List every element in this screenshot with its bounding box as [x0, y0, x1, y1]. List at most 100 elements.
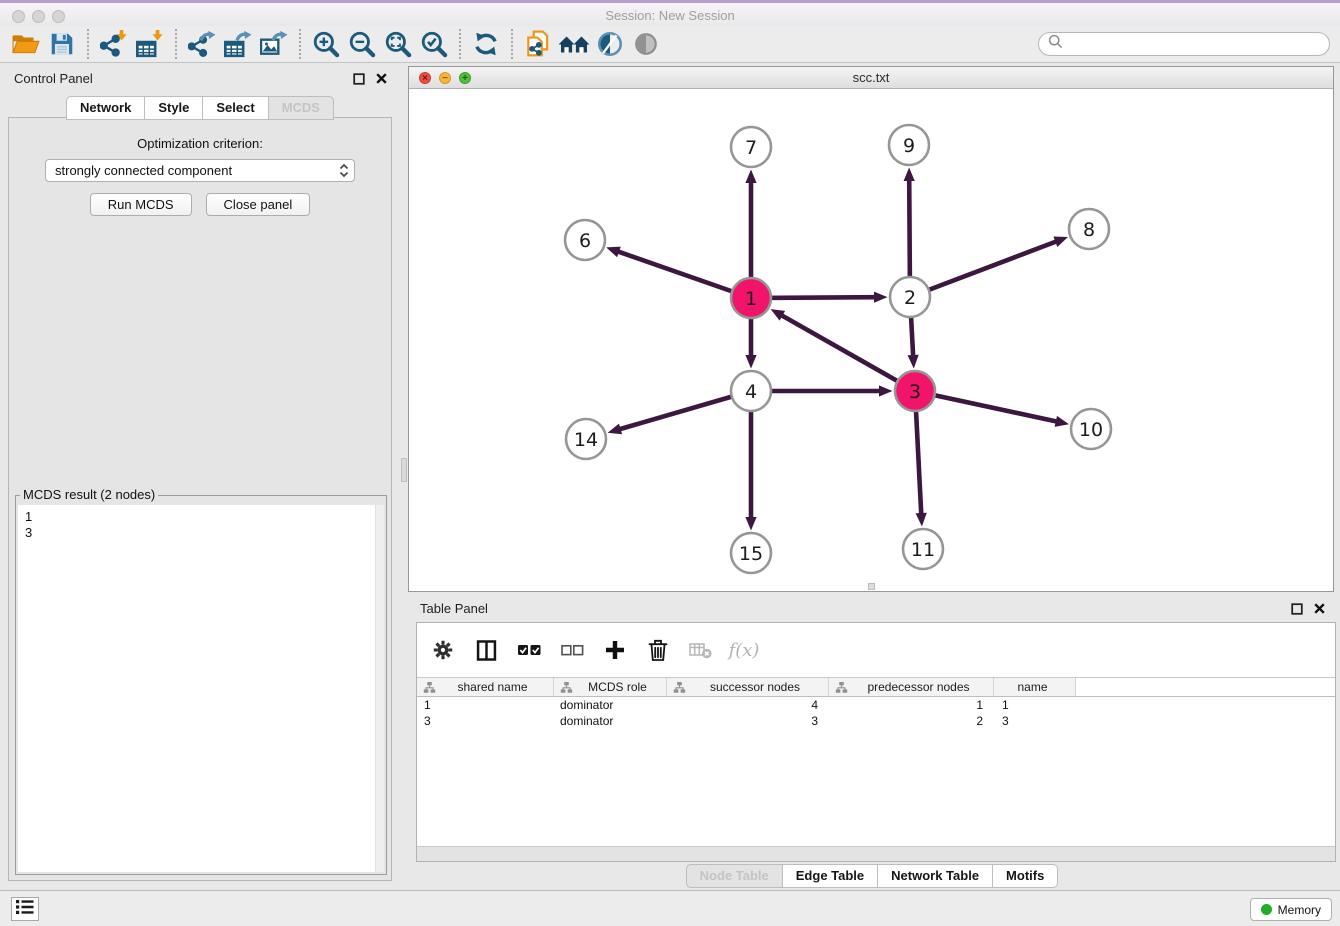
tab-motifs[interactable]: Motifs [993, 864, 1058, 888]
table-cell: dominator [554, 714, 667, 728]
zoom-in-icon[interactable] [308, 28, 344, 60]
select-all-icon[interactable] [516, 637, 542, 663]
memory-button[interactable]: Memory [1250, 898, 1332, 921]
delete-table-icon[interactable] [688, 637, 714, 663]
search-icon [1048, 34, 1063, 54]
toolbar-separator [175, 29, 177, 59]
zoom-selected-icon[interactable] [416, 28, 452, 60]
svg-text:11: 11 [911, 539, 935, 561]
network-graph[interactable]: 7 9 6 8 1 2 4 3 14 10 15 11 [409, 89, 1333, 591]
tab-network[interactable]: Network [66, 96, 145, 120]
save-session-icon[interactable] [44, 28, 80, 60]
network-window-titlebar[interactable]: × − + scc.txt [409, 67, 1333, 89]
column-header-name[interactable]: name [994, 678, 1076, 696]
table-cell: 3 [667, 714, 829, 728]
column-header-successor-nodes[interactable]: successor nodes [667, 678, 829, 696]
column-header-mcds-role[interactable]: MCDS role [554, 678, 667, 696]
search-box[interactable] [1038, 32, 1330, 56]
graph-edge-3-10[interactable] [915, 391, 1069, 427]
graph-node-3[interactable]: 3 [895, 371, 935, 411]
export-table-icon[interactable] [220, 28, 256, 60]
frame-resize-handle[interactable] [868, 583, 875, 590]
import-network-icon[interactable] [96, 28, 132, 60]
table-cell: dominator [554, 698, 667, 712]
zoom-out-icon[interactable] [344, 28, 380, 60]
graph-node-7[interactable]: 7 [731, 127, 771, 167]
network-canvas[interactable]: 7 9 6 8 1 2 4 3 14 10 15 11 [409, 89, 1333, 591]
tab-edge-table[interactable]: Edge Table [783, 864, 878, 888]
toolbar-separator [299, 29, 301, 59]
deselect-all-icon[interactable] [559, 637, 585, 663]
tab-select[interactable]: Select [203, 96, 268, 120]
gear-icon[interactable] [430, 637, 456, 663]
table-cell: 1 [829, 698, 994, 712]
fx-label: f(x) [729, 640, 760, 661]
close-panel-button[interactable]: Close panel [206, 193, 311, 216]
svg-text:10: 10 [1079, 419, 1103, 441]
tab-style[interactable]: Style [145, 96, 203, 120]
table-hscrollbar[interactable] [417, 846, 1335, 861]
export-network-icon[interactable] [184, 28, 220, 60]
mcds-result-area[interactable]: 1 3 [18, 505, 384, 872]
splitter-handle[interactable] [401, 458, 407, 482]
table-cell: 1 [994, 698, 1076, 712]
mcds-result-text: 1 3 [18, 505, 384, 541]
float-table-panel-icon[interactable] [1291, 602, 1303, 620]
open-session-icon[interactable] [8, 28, 44, 60]
graph-node-14[interactable]: 14 [566, 419, 606, 459]
function-builder-icon[interactable]: f(x) [731, 637, 757, 663]
export-image-icon[interactable] [256, 28, 292, 60]
vertical-splitter[interactable] [401, 66, 407, 884]
optimization-criterion-label: Optimization criterion: [9, 136, 391, 151]
show-graphics-details-icon[interactable] [628, 28, 664, 60]
tab-network-table[interactable]: Network Table [878, 864, 993, 888]
float-panel-icon[interactable] [353, 72, 365, 90]
graph-node-11[interactable]: 11 [903, 529, 943, 569]
table-panel-header: Table Panel [404, 596, 1340, 620]
graph-edge-4-14[interactable] [608, 391, 751, 434]
tab-node-table[interactable]: Node Table [686, 864, 783, 888]
toolbar-separator [459, 29, 461, 59]
graph-edge-2-8[interactable] [910, 237, 1068, 298]
graph-node-10[interactable]: 10 [1071, 409, 1111, 449]
result-scrollbar[interactable] [375, 505, 384, 872]
graph-node-15[interactable]: 15 [731, 533, 771, 573]
column-header-label: name [994, 680, 1075, 694]
delete-column-icon[interactable] [645, 637, 671, 663]
import-table-icon[interactable] [132, 28, 168, 60]
task-history-button[interactable] [11, 897, 39, 921]
table-cell: 4 [667, 698, 829, 712]
graph-edge-3-1[interactable] [771, 309, 915, 391]
graph-node-8[interactable]: 8 [1069, 209, 1109, 249]
table-content: f(x) shared nameMCDS rolesuccessor nodes… [416, 622, 1336, 862]
refresh-network-icon[interactable] [468, 28, 504, 60]
criterion-select[interactable]: strongly connected component [45, 159, 355, 182]
duplicate-network-icon[interactable] [520, 28, 556, 60]
close-panel-icon[interactable] [375, 72, 388, 90]
tab-mcds[interactable]: MCDS [269, 96, 334, 120]
home-icon[interactable] [556, 28, 592, 60]
table-row[interactable]: 3dominator323 [417, 713, 1335, 729]
graph-node-6[interactable]: 6 [565, 220, 605, 260]
network-window-title: scc.txt [409, 70, 1333, 85]
column-header-predecessor-nodes[interactable]: predecessor nodes [829, 678, 994, 696]
graph-node-9[interactable]: 9 [889, 125, 929, 165]
toggle-graphics-icon[interactable] [592, 28, 628, 60]
tree-icon [560, 681, 573, 694]
close-table-panel-icon[interactable] [1313, 602, 1326, 620]
graph-node-1[interactable]: 1 [731, 278, 771, 318]
run-mcds-button[interactable]: Run MCDS [90, 193, 192, 216]
column-header-shared-name[interactable]: shared name [417, 678, 554, 696]
split-view-icon[interactable] [473, 637, 499, 663]
table-panel-tabs: Node TableEdge TableNetwork TableMotifs [404, 864, 1340, 888]
add-column-icon[interactable] [602, 637, 628, 663]
toolbar-separator [87, 29, 89, 59]
graph-edge-1-6[interactable] [606, 247, 751, 298]
search-input[interactable] [1068, 37, 1320, 52]
zoom-fit-icon[interactable] [380, 28, 416, 60]
svg-text:1: 1 [745, 288, 757, 310]
table-row[interactable]: 1dominator411 [417, 697, 1335, 713]
graph-node-2[interactable]: 2 [890, 277, 930, 317]
svg-text:4: 4 [745, 381, 757, 403]
graph-node-4[interactable]: 4 [731, 371, 771, 411]
